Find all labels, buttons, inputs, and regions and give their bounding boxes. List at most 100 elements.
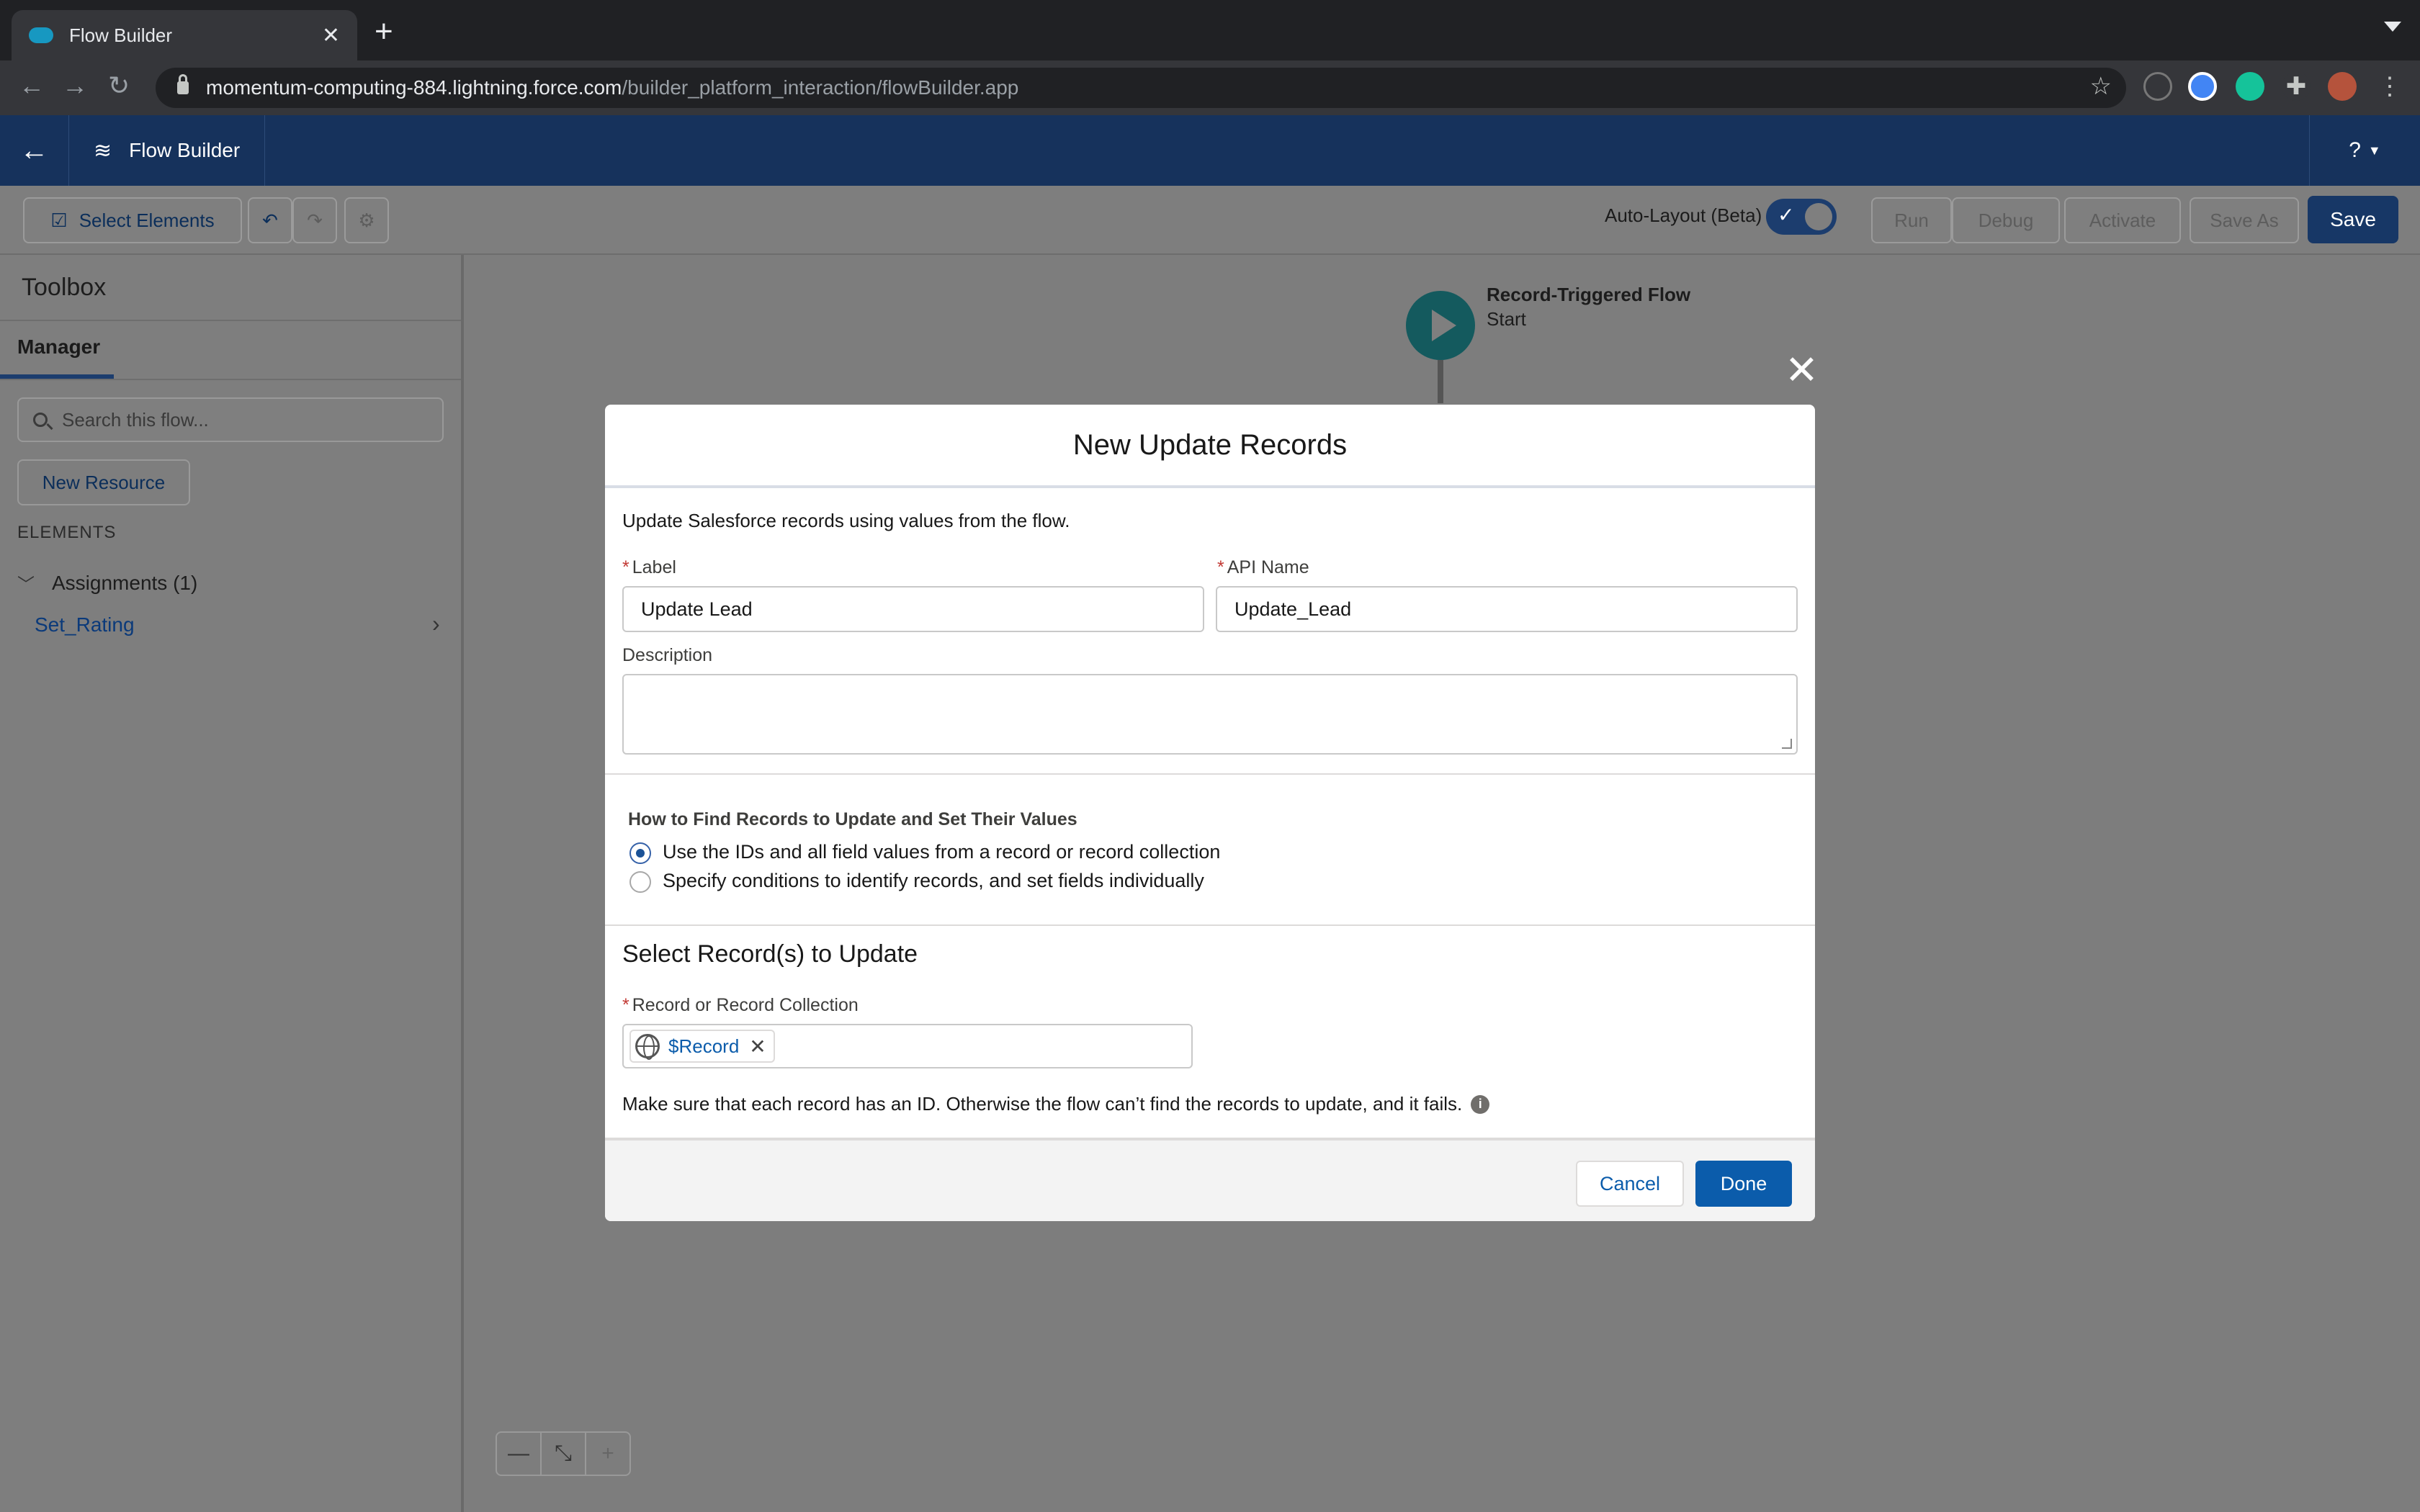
record-collection-text: Record or Record Collection (632, 995, 859, 1015)
help-icon: ? (2349, 138, 2361, 162)
back-arrow-icon[interactable]: ← (19, 71, 45, 101)
sidebar-item-set-rating[interactable]: Set_Rating (35, 613, 135, 636)
save-as-button[interactable]: Save As (2190, 197, 2299, 243)
id-note: Make sure that each record has an ID. Ot… (622, 1093, 1490, 1115)
activate-button[interactable]: Activate (2064, 197, 2181, 243)
forward-arrow-icon[interactable]: → (62, 71, 88, 101)
close-modal-icon[interactable]: ✕ (1785, 350, 1819, 390)
remove-pill-icon[interactable]: ✕ (749, 1035, 766, 1058)
app-name: Flow Builder (129, 139, 241, 161)
record-pill-text: $Record (668, 1035, 740, 1057)
app-back-button[interactable]: ← (0, 115, 69, 186)
label-field-label: * Label (622, 557, 676, 578)
extensions-puzzle-icon[interactable]: ✚ (2282, 72, 2311, 101)
tab-manager[interactable]: Manager (17, 336, 100, 359)
checkbox-icon: ☑ (50, 209, 68, 231)
auto-layout-toggle[interactable]: ✓ (1766, 199, 1837, 235)
chevron-right-icon[interactable]: › (432, 611, 440, 637)
radio-specify-conditions[interactable] (629, 871, 651, 893)
reload-icon[interactable]: ↻ (108, 71, 130, 101)
resize-handle-icon[interactable] (1782, 739, 1792, 749)
search-flow-input[interactable]: Search this flow... (17, 397, 444, 442)
api-name-field-text: API Name (1227, 557, 1309, 577)
divider (0, 320, 461, 321)
tab-search-icon[interactable] (2384, 22, 2401, 32)
record-collection-input[interactable]: $Record ✕ (622, 1024, 1193, 1068)
undo-button[interactable]: ↶ (248, 197, 292, 243)
browser-toolbar: ← → ↻ momentum-computing-884.lightning.f… (0, 60, 2420, 115)
zoom-out-button[interactable]: — (497, 1433, 542, 1475)
profile-avatar[interactable] (2328, 72, 2357, 101)
toggle-knob (1805, 203, 1832, 230)
zoom-in-button[interactable]: + (586, 1433, 629, 1475)
globe-icon (635, 1034, 660, 1060)
record-collection-label: * Record or Record Collection (622, 995, 859, 1016)
address-bar[interactable]: momentum-computing-884.lightning.force.c… (156, 68, 2126, 108)
record-pill[interactable]: $Record ✕ (629, 1030, 775, 1063)
zoom-controls: — ⤡ + (496, 1431, 631, 1476)
flow-icon: ≋ (94, 138, 112, 163)
compress-icon: ⤡ (555, 1441, 572, 1465)
browser-tab[interactable]: Flow Builder ✕ (12, 10, 357, 60)
label-field-text: Label (632, 557, 676, 577)
toolbox-title: Toolbox (22, 274, 107, 301)
modal-intro: Update Salesforce records using values f… (622, 510, 1070, 531)
start-label: Start (1487, 308, 1526, 330)
grammarly-icon[interactable] (2236, 72, 2264, 101)
new-resource-button[interactable]: New Resource (17, 459, 190, 505)
required-asterisk: * (622, 557, 629, 577)
required-asterisk: * (622, 995, 629, 1015)
auto-layout-label: Auto-Layout (Beta) (1605, 204, 1762, 226)
radio-use-ids-label[interactable]: Use the IDs and all field values from a … (663, 841, 1220, 863)
radio-use-ids[interactable] (629, 842, 651, 864)
gear-icon: ⚙ (358, 209, 375, 231)
help-menu-button[interactable]: ? ▼ (2309, 115, 2420, 186)
description-label: Description (622, 645, 713, 665)
modal-footer: Cancel Done (605, 1138, 1815, 1221)
app-header: ← ≋ Flow Builder ? ▼ (0, 115, 2420, 186)
info-extension-icon[interactable] (2143, 72, 2172, 101)
toolbox-panel: Toolbox Manager Search this flow... New … (0, 255, 464, 1512)
elements-heading: ELEMENTS (17, 523, 117, 542)
bookmark-star-icon[interactable]: ☆ (2090, 72, 2112, 101)
check-icon: ✓ (1778, 204, 1795, 226)
description-textarea[interactable] (622, 674, 1798, 755)
new-tab-icon[interactable]: + (375, 16, 393, 48)
browser-menu-icon[interactable]: ⋮ (2375, 72, 2404, 101)
debug-button[interactable]: Debug (1952, 197, 2060, 243)
api-name-field-label: * API Name (1217, 557, 1309, 578)
required-asterisk: * (1217, 557, 1224, 577)
select-elements-button[interactable]: ☑ Select Elements (23, 197, 242, 243)
start-play-icon[interactable] (1406, 291, 1475, 360)
divider (0, 379, 461, 380)
redo-icon: ↷ (307, 209, 323, 231)
save-button[interactable]: Save (2308, 196, 2398, 243)
assignments-group-label: Assignments (1) (52, 571, 198, 594)
cancel-button[interactable]: Cancel (1576, 1161, 1684, 1207)
search-extension-icon[interactable] (2188, 72, 2217, 101)
assignments-group-toggle[interactable]: ﹀ Assignments (1) (17, 570, 197, 595)
chevron-down-icon: ﹀ (17, 575, 35, 595)
browser-tabstrip: Flow Builder ✕ + (0, 0, 2420, 60)
lock-icon (177, 74, 189, 94)
search-icon (33, 413, 48, 427)
id-note-text: Make sure that each record has an ID. Ot… (622, 1093, 1463, 1115)
info-icon[interactable]: i (1471, 1094, 1490, 1114)
fit-view-button[interactable]: ⤡ (542, 1433, 586, 1475)
run-button[interactable]: Run (1871, 197, 1952, 243)
update-records-modal: New Update Records Update Salesforce rec… (605, 405, 1815, 1221)
done-button[interactable]: Done (1695, 1161, 1792, 1207)
url-host: momentum-computing-884.lightning.force.c… (206, 76, 622, 99)
api-name-input[interactable]: Update_Lead (1216, 586, 1798, 632)
radio-specify-conditions-label[interactable]: Specify conditions to identify records, … (663, 870, 1204, 892)
select-records-heading: Select Record(s) to Update (622, 940, 918, 968)
undo-icon: ↶ (262, 209, 278, 231)
modal-title: New Update Records (605, 405, 1815, 488)
salesforce-cloud-icon (29, 27, 53, 43)
redo-button[interactable]: ↷ (292, 197, 337, 243)
label-input[interactable]: Update Lead (622, 586, 1204, 632)
settings-button[interactable]: ⚙ (344, 197, 389, 243)
browser-tab-title: Flow Builder (69, 24, 173, 46)
close-tab-icon[interactable]: ✕ (322, 23, 340, 48)
divider (605, 773, 1815, 775)
